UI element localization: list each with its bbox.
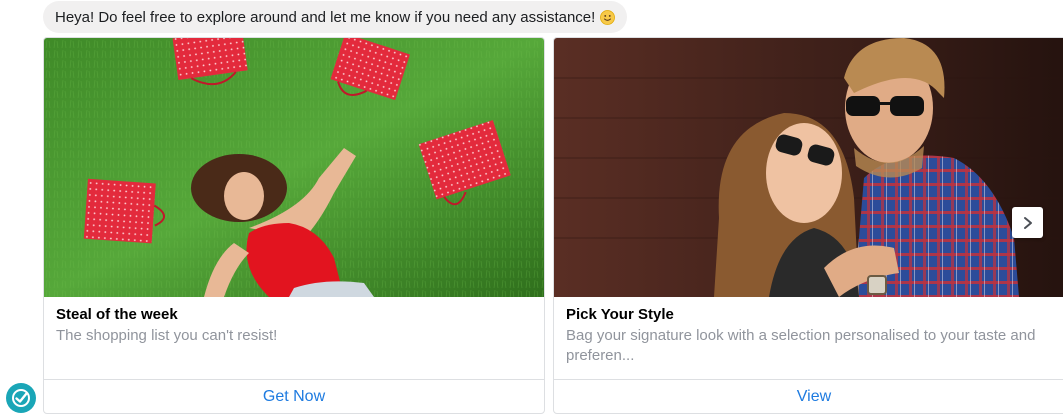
chat-window: Heya! Do feel free to explore around and… <box>0 0 1063 419</box>
woman-on-grass-image <box>44 38 544 297</box>
card-title: Steal of the week <box>56 306 178 323</box>
carousel-next-button[interactable] <box>1012 207 1043 238</box>
card-subtitle: Bag your signature look with a selection… <box>566 327 1036 364</box>
greeting-message-text: Heya! Do feel free to explore around and… <box>55 8 596 26</box>
card-body: Steal of the week The shopping list you … <box>56 305 534 346</box>
view-button[interactable]: View <box>554 379 1063 413</box>
carousel-card-steal-of-the-week: Steal of the week The shopping list you … <box>43 37 545 414</box>
card-title: Pick Your Style <box>566 306 674 323</box>
card-image-couple[interactable] <box>554 38 1063 297</box>
greeting-message-bubble: Heya! Do feel free to explore around and… <box>43 1 628 33</box>
card-body: Pick Your Style Bag your signature look … <box>566 305 1063 366</box>
couple-sunglasses-image <box>554 38 1063 297</box>
card-subtitle: The shopping list you can't resist! <box>56 327 278 344</box>
bot-avatar <box>6 383 36 413</box>
card-image-grass-shopping[interactable] <box>44 38 544 297</box>
get-now-button[interactable]: Get Now <box>44 379 544 413</box>
checkmark-badge-icon <box>12 389 30 407</box>
card-carousel: Steal of the week The shopping list you … <box>43 37 1063 415</box>
slightly-smiling-face-icon <box>600 9 616 25</box>
carousel-card-pick-your-style: Pick Your Style Bag your signature look … <box>553 37 1063 414</box>
chevron-right-icon <box>1023 216 1032 229</box>
